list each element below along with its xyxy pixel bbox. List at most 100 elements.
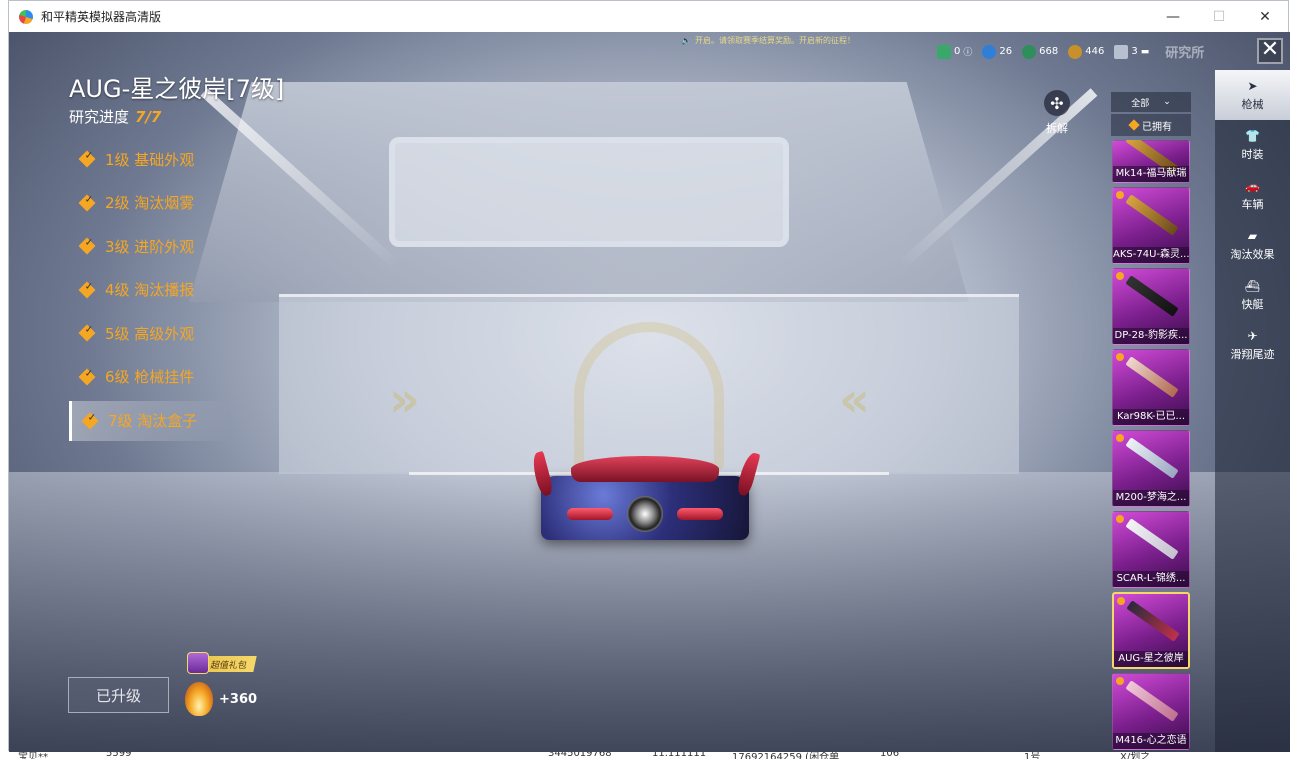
box-lock-icon <box>627 496 663 532</box>
weapon-card[interactable]: Mk14-福马献瑞 <box>1112 140 1190 183</box>
owned-badge-icon <box>1117 597 1125 605</box>
info-icon: ⓘ <box>963 48 973 58</box>
gun-thumbnail-icon <box>1126 600 1180 642</box>
gun-thumbnail-icon <box>1125 437 1179 479</box>
currency-item[interactable]: 0 ⓘ <box>937 44 973 59</box>
check-diamond-icon <box>78 281 96 299</box>
gun-thumbnail-icon <box>1125 356 1179 398</box>
level-item-4[interactable]: 4级 淘汰播报 <box>69 270 229 310</box>
speaker-icon: 🔈 <box>681 36 691 45</box>
weapon-filter: 全部 ⌄ 已拥有 <box>1111 92 1191 136</box>
glider-trail-icon: ✈ <box>1247 328 1258 343</box>
currency-value: 668 <box>1039 46 1059 57</box>
gun-thumbnail-icon <box>1125 194 1179 236</box>
category-tab-glider-trails[interactable]: ✈ 滑翔尾迹 <box>1215 320 1290 370</box>
weapon-name: Kar98K-已已... <box>1113 409 1189 425</box>
emerald-coin-icon <box>1022 44 1037 59</box>
research-progress: 研究进度 7/7 <box>69 106 161 127</box>
category-tab-guns[interactable]: ➤ 枪械 <box>1215 70 1290 120</box>
announcement-ticker[interactable]: 🔈 开启。请领取赛季结算奖励。开启新的征程！ <box>681 35 855 46</box>
close-window-button[interactable]: ✕ <box>1242 1 1288 32</box>
currency-value: 3 <box>1131 46 1138 57</box>
category-tab-vehicles[interactable]: 🚗 车辆 <box>1215 170 1290 220</box>
owned-toggle[interactable]: 已拥有 <box>1111 114 1191 136</box>
level-label: 2级 淘汰烟雾 <box>105 194 195 213</box>
expand-icon: ▬ <box>1140 46 1150 57</box>
weapon-card[interactable]: DP-28-豹影疾... <box>1112 268 1190 345</box>
item-title: AUG-星之彼岸[7级] <box>69 75 285 103</box>
weapon-card[interactable]: M200-梦海之... <box>1112 430 1190 507</box>
filter-dropdown[interactable]: 全部 ⌄ <box>1111 92 1191 112</box>
upgraded-button[interactable]: 已升级 <box>68 677 169 713</box>
owned-diamond-icon <box>1128 119 1140 131</box>
close-icon: ✕ <box>1260 37 1280 62</box>
check-diamond-icon <box>78 237 96 255</box>
car-icon: 🚗 <box>1245 178 1260 193</box>
title-bar[interactable]: 和平精英模拟器高清版 — ☐ ✕ <box>9 1 1288 32</box>
currency-item[interactable]: 26 <box>982 44 1012 59</box>
level-item-5[interactable]: 5级 高级外观 <box>69 313 229 353</box>
elimination-effect-icon: ▰ <box>1247 228 1258 243</box>
currency-item[interactable]: 3 ▬ <box>1114 44 1150 59</box>
maximize-button[interactable]: ☐ <box>1196 1 1242 32</box>
category-tab-outfits[interactable]: 👕 时装 <box>1215 120 1290 170</box>
category-label: 枪械 <box>1241 97 1264 111</box>
weapon-list[interactable]: Mk14-福马献瑞 AKS-74U-森灵... DP-28-豹影疾... Kar… <box>1112 140 1190 752</box>
level-label: 1级 基础外观 <box>105 150 195 169</box>
weapon-card[interactable]: Kar98K-已已... <box>1112 349 1190 426</box>
level-item-2[interactable]: 2级 淘汰烟雾 <box>69 183 229 223</box>
weapon-name: AKS-74U-森灵... <box>1113 247 1189 263</box>
currency-bar: 0 ⓘ 26 668 446 3 ▬ 研究所 <box>937 42 1204 61</box>
category-tab-boats[interactable]: ⛴ 快艇 <box>1215 270 1290 320</box>
weapon-card[interactable]: SCAR-L-锦绣... <box>1112 511 1190 588</box>
window-controls: — ☐ ✕ <box>1150 1 1288 32</box>
box-lid <box>571 456 719 482</box>
level-item-1[interactable]: 1级 基础外观 <box>69 139 229 179</box>
weapon-name: Mk14-福马献瑞 <box>1113 166 1189 182</box>
category-label: 时装 <box>1241 147 1264 161</box>
minimize-button[interactable]: — <box>1150 1 1196 32</box>
owned-label: 已拥有 <box>1142 121 1172 133</box>
check-diamond-icon <box>78 194 96 212</box>
level-list: 1级 基础外观 2级 淘汰烟雾 3级 进阶外观 4级 淘汰播报 5级 高级外观 … <box>69 139 229 444</box>
weapon-name: M200-梦海之... <box>1113 490 1189 506</box>
box-horn-right <box>735 450 761 498</box>
elimination-box-preview[interactable] <box>529 450 761 550</box>
owned-badge-icon <box>1116 677 1124 685</box>
disassemble-label: 拆解 <box>1046 122 1068 135</box>
disassemble-button[interactable]: ✣ 拆解 <box>1044 90 1070 136</box>
currency-value: 0 <box>954 46 961 57</box>
check-diamond-icon <box>78 324 96 342</box>
weapon-card[interactable]: AKS-74U-森灵... <box>1112 187 1190 264</box>
emulator-window: 和平精英模拟器高清版 — ☐ ✕ » « 🔈 开启。请领取赛季结算奖励。开启新的… <box>8 0 1290 752</box>
category-tab-elimination-effects[interactable]: ▰ 淘汰效果 <box>1215 220 1290 270</box>
currency-item[interactable]: 446 <box>1068 44 1104 59</box>
weapon-card[interactable]: M416-心之恋语 <box>1112 673 1190 750</box>
reward-amount: +360 <box>219 691 258 707</box>
owned-badge-icon <box>1116 515 1124 523</box>
check-diamond-icon <box>78 150 96 168</box>
level-item-3[interactable]: 3级 进阶外观 <box>69 226 229 266</box>
weapon-name: AUG-星之彼岸 <box>1114 651 1188 667</box>
close-lab-button[interactable]: ✕ <box>1257 38 1283 64</box>
progress-label: 研究进度 <box>69 108 130 126</box>
box-red-bar-left <box>567 508 613 520</box>
lab-logo: 研究所 <box>1165 46 1205 61</box>
level-item-7[interactable]: 7级 淘汰盒子 <box>69 400 229 441</box>
ticket-icon <box>937 44 951 59</box>
chevron-left-decor-icon: « <box>839 372 871 428</box>
level-label: 6级 枪械挂件 <box>105 368 195 387</box>
reward-display: +360 <box>185 682 257 716</box>
check-diamond-icon <box>81 412 99 430</box>
category-label: 淘汰效果 <box>1230 247 1275 261</box>
owned-badge-icon <box>1116 191 1124 199</box>
weapon-card-selected[interactable]: AUG-星之彼岸 <box>1112 592 1190 669</box>
gun-icon: ➤ <box>1247 78 1258 93</box>
chevron-right-decor-icon: » <box>389 372 421 428</box>
level-item-6[interactable]: 6级 枪械挂件 <box>69 357 229 397</box>
flame-icon <box>185 682 213 716</box>
check-diamond-icon <box>78 368 96 386</box>
box-red-bar-right <box>677 508 723 520</box>
currency-item[interactable]: 668 <box>1022 44 1059 59</box>
level-label: 4级 淘汰播报 <box>105 281 195 300</box>
